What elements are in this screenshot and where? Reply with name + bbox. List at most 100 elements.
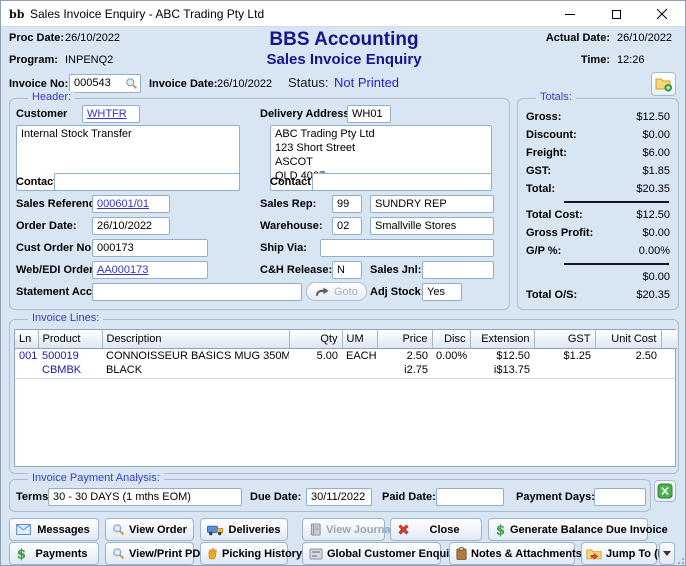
sales-jnl-label: Sales Jnl: [370, 264, 421, 276]
cell-price: i2.75 [377, 363, 432, 378]
folder-add-icon [655, 76, 673, 92]
invoice-date-value: 26/10/2022 [217, 78, 272, 90]
warehouse-code-input[interactable]: 02 [332, 217, 362, 235]
col-extension: Extension [470, 330, 534, 348]
total-os-label: Total O/S: [526, 289, 577, 301]
dollar-icon: $ [16, 547, 27, 561]
minimize-button[interactable] [547, 1, 593, 27]
warehouse-name-input[interactable]: Smallville Stores [370, 217, 494, 235]
freight-label: Freight: [526, 147, 567, 159]
col-qty: Qty [289, 330, 342, 348]
dollar-icon: $ [495, 523, 506, 537]
invoice-line-row-2[interactable]: CBMBK BLACK i2.75 i$13.75 [15, 363, 677, 378]
contact-right-label: Contact: [270, 176, 315, 188]
cell-qty [289, 363, 342, 378]
export-excel-button[interactable] [654, 480, 676, 502]
total-label: Total: [526, 183, 555, 195]
cell-extension: i$13.75 [470, 363, 534, 378]
invoice-date-label: Invoice Date: [149, 78, 217, 90]
cust-order-no-input[interactable]: 000173 [92, 239, 208, 257]
svg-text:$: $ [496, 523, 505, 536]
cell-gst [534, 363, 595, 378]
cell-ln: 001 [15, 348, 38, 363]
ch-release-input[interactable]: N [332, 261, 362, 279]
gross-profit-label: Gross Profit: [526, 227, 593, 239]
contact-left-input[interactable] [54, 173, 240, 191]
invoice-no-input[interactable]: 000543 [69, 74, 141, 93]
customer-label: Customer [16, 108, 67, 120]
gp-pct-value: 0.00% [639, 245, 670, 257]
invoice-lines-legend: Invoice Lines: [28, 312, 103, 324]
magnifier-icon [112, 547, 125, 560]
paid-date-input[interactable] [436, 488, 504, 506]
jump-to-dropdown-button[interactable] [659, 542, 675, 565]
resize-grip[interactable] [675, 555, 685, 565]
web-edi-order-input[interactable]: AA000173 [92, 261, 208, 279]
jump-to-button[interactable]: Jump To (F8) [581, 542, 657, 565]
due-date-input[interactable]: 30/11/2022 [306, 488, 372, 506]
col-product: Product [38, 330, 102, 348]
gross-profit-value: $0.00 [642, 227, 670, 239]
order-date-label: Order Date: [16, 220, 77, 232]
delivery-code-input[interactable]: WH01 [347, 105, 391, 123]
jump-folder-icon [586, 547, 602, 560]
contact-right-input[interactable] [312, 173, 492, 191]
order-date-input[interactable]: 26/10/2022 [92, 217, 170, 235]
messages-button[interactable]: Messages [9, 518, 99, 541]
statement-acc-label: Statement Acc: [16, 286, 96, 298]
envelope-icon [16, 524, 31, 535]
paid-date-label: Paid Date: [382, 491, 436, 503]
customer-code-input[interactable]: WHTFR [82, 105, 140, 123]
statement-acc-input[interactable] [92, 283, 302, 301]
picking-history-button[interactable]: Picking History [200, 542, 288, 565]
terms-input[interactable]: 30 - 30 DAYS (1 mths EOM) [48, 488, 242, 506]
total-cost-label: Total Cost: [526, 209, 583, 221]
freight-value: $6.00 [642, 147, 670, 159]
cell-spare [661, 363, 677, 378]
cell-disc: 0.00% [432, 348, 470, 363]
close-window-button[interactable] [639, 1, 685, 27]
col-disc: Disc [432, 330, 470, 348]
sales-jnl-input[interactable] [422, 261, 494, 279]
app-window: bb Sales Invoice Enquiry - ABC Trading P… [0, 0, 686, 566]
totals-group: Totals: Gross:$12.50 Discount:$0.00 Frei… [517, 98, 679, 310]
sales-rep-code-input[interactable]: 99 [332, 195, 362, 213]
search-icon[interactable] [125, 77, 138, 90]
close-button[interactable]: Close [390, 518, 482, 541]
ship-via-input[interactable] [320, 239, 494, 257]
cell-um: EACH [342, 348, 377, 363]
close-window-icon [657, 9, 667, 19]
cell-gst: $1.25 [534, 348, 595, 363]
excel-export-icon [657, 483, 673, 499]
maximize-button[interactable] [593, 1, 639, 27]
header-legend: Header: [28, 91, 75, 103]
due-date-label: Due Date: [250, 491, 301, 503]
journal-icon [309, 523, 322, 536]
gross-label: Gross: [526, 111, 561, 123]
title-bar[interactable]: bb Sales Invoice Enquiry - ABC Trading P… [1, 1, 685, 27]
view-journal-button[interactable]: View Journal [302, 518, 385, 541]
view-order-button[interactable]: View Order [105, 518, 194, 541]
invoice-line-row[interactable]: 001 500019 CONNOISSEUR BASICS MUG 350ML … [15, 348, 677, 363]
total-os-value: $20.35 [636, 289, 670, 301]
payments-button[interactable]: $ Payments [9, 542, 99, 565]
goto-button[interactable]: Goto [306, 282, 367, 301]
invoice-lines-table[interactable]: Ln Product Description Qty UM Price Disc… [14, 329, 676, 467]
sales-rep-name-input[interactable]: SUNDRY REP [370, 195, 494, 213]
window-title: Sales Invoice Enquiry - ABC Trading Pty … [30, 7, 264, 21]
cell-unit-cost [595, 363, 661, 378]
notes-attachments-button[interactable]: Notes & Attachments [449, 542, 575, 565]
col-unit-cost: Unit Cost [595, 330, 661, 348]
global-customer-enquiry-button[interactable]: Global Customer Enquiry [302, 542, 441, 565]
view-print-pdf-button[interactable]: View/Print PDF [105, 542, 194, 565]
open-invoice-button[interactable] [651, 72, 676, 96]
time-value: 12:26 [617, 54, 679, 66]
sales-reference-input[interactable]: 000601/01 [92, 195, 170, 213]
deliveries-button[interactable]: Deliveries [200, 518, 288, 541]
magnifier-icon [112, 523, 125, 536]
payment-days-input[interactable] [594, 488, 646, 506]
col-gst: GST [534, 330, 595, 348]
adj-stock-input[interactable]: Yes [422, 283, 462, 301]
warehouse-label: Warehouse: [260, 220, 323, 232]
generate-balance-due-invoice-button[interactable]: $ Generate Balance Due Invoice [488, 518, 648, 541]
